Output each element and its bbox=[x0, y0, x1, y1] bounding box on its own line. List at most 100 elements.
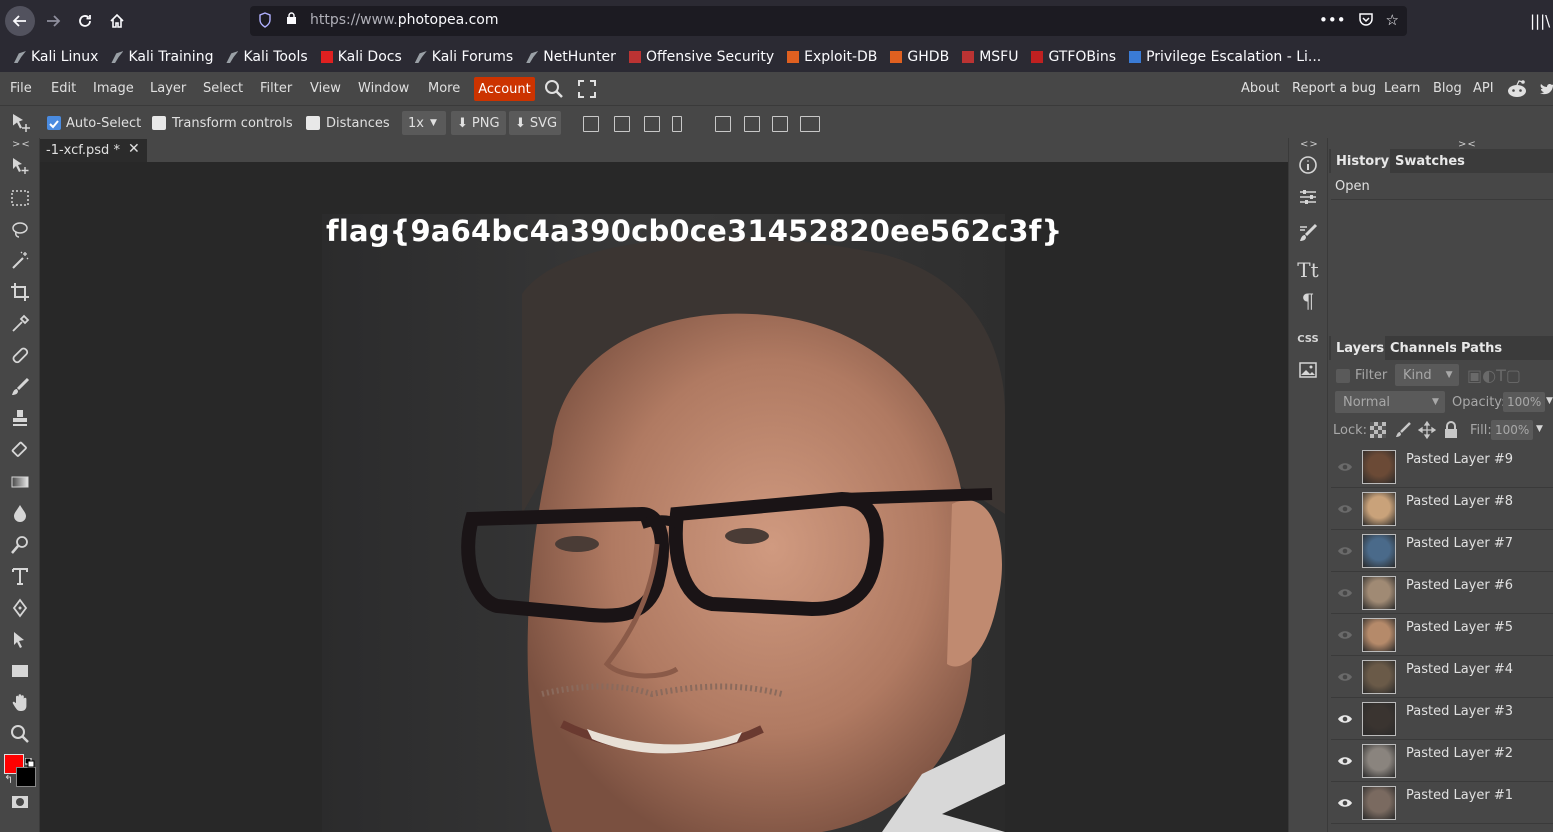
opacity-input[interactable]: 100% bbox=[1503, 392, 1545, 412]
visibility-eye-icon[interactable] bbox=[1337, 461, 1353, 473]
bookmark-item[interactable]: Kali Docs bbox=[320, 49, 402, 65]
align-bottom-icon[interactable] bbox=[772, 116, 788, 132]
paragraph-panel-icon[interactable]: ¶ bbox=[1296, 289, 1320, 313]
tab-channels[interactable]: Channels bbox=[1385, 336, 1463, 360]
menu-file[interactable]: File bbox=[10, 81, 32, 96]
distances-checkbox[interactable] bbox=[306, 116, 320, 130]
gradient-tool-icon[interactable] bbox=[8, 470, 32, 494]
crop-tool-icon[interactable] bbox=[8, 280, 32, 304]
bookmark-item[interactable]: NetHunter bbox=[526, 49, 616, 65]
search-icon[interactable] bbox=[544, 79, 564, 103]
reload-button[interactable] bbox=[70, 6, 100, 36]
visibility-eye-icon[interactable] bbox=[1337, 713, 1353, 725]
swap-colors-icon[interactable]: ↰ bbox=[4, 773, 13, 786]
layer-thumbnail[interactable] bbox=[1362, 786, 1396, 820]
reset-colors-icon[interactable] bbox=[24, 753, 35, 768]
pocket-icon[interactable] bbox=[1358, 11, 1374, 31]
dodge-tool-icon[interactable] bbox=[8, 533, 32, 557]
layer-thumbnail[interactable] bbox=[1362, 492, 1396, 526]
bookmark-star-icon[interactable]: ☆ bbox=[1386, 11, 1399, 31]
layer-thumbnail[interactable] bbox=[1362, 618, 1396, 652]
bookmark-item[interactable]: Exploit-DB bbox=[787, 49, 877, 65]
brush-tool-icon[interactable] bbox=[8, 375, 32, 399]
layer-thumbnail[interactable] bbox=[1362, 576, 1396, 610]
blur-tool-icon[interactable] bbox=[8, 501, 32, 525]
bookmark-item[interactable]: Kali Linux bbox=[14, 49, 98, 65]
tracking-shield-icon[interactable] bbox=[258, 12, 272, 32]
layer-thumbnail[interactable] bbox=[1362, 660, 1396, 694]
character-panel-icon[interactable]: Tt bbox=[1296, 258, 1320, 282]
layer-name[interactable]: Pasted Layer #3 bbox=[1406, 704, 1513, 719]
image-panel-icon[interactable] bbox=[1296, 358, 1320, 382]
twitter-icon[interactable] bbox=[1540, 81, 1553, 101]
auto-select-checkbox[interactable] bbox=[47, 116, 61, 130]
adjustments-icon[interactable] bbox=[1296, 185, 1320, 209]
move-tool-options-icon[interactable] bbox=[10, 112, 32, 138]
about-link[interactable]: About bbox=[1241, 81, 1279, 96]
distribute-h-icon[interactable] bbox=[672, 116, 682, 132]
filter-type-icons[interactable]: ▣◐T▢ bbox=[1467, 366, 1521, 385]
menu-window[interactable]: Window bbox=[358, 81, 409, 96]
export-svg-button[interactable]: ⬇ SVG bbox=[509, 111, 561, 135]
fullscreen-icon[interactable] bbox=[578, 80, 596, 102]
layer-thumbnail[interactable] bbox=[1362, 702, 1396, 736]
forward-button[interactable] bbox=[38, 6, 68, 36]
menu-select[interactable]: Select bbox=[203, 81, 243, 96]
align-middle-v-icon[interactable] bbox=[744, 116, 760, 132]
visibility-eye-icon[interactable] bbox=[1337, 797, 1353, 809]
visibility-eye-icon[interactable] bbox=[1337, 755, 1353, 767]
bookmark-item[interactable]: Kali Training bbox=[111, 49, 213, 65]
report-bug-link[interactable]: Report a bug bbox=[1292, 81, 1376, 96]
pen-tool-icon[interactable] bbox=[8, 596, 32, 620]
layer-thumbnail[interactable] bbox=[1362, 450, 1396, 484]
learn-link[interactable]: Learn bbox=[1384, 81, 1420, 96]
info-icon[interactable] bbox=[1296, 153, 1320, 177]
library-icon[interactable]: |||\ bbox=[1530, 12, 1550, 30]
hand-tool-icon[interactable] bbox=[8, 691, 32, 715]
clone-stamp-tool-icon[interactable] bbox=[8, 406, 32, 430]
chevron-down-icon[interactable]: ▼ bbox=[1546, 396, 1553, 406]
layer-thumbnail[interactable] bbox=[1362, 744, 1396, 778]
brush-settings-icon[interactable] bbox=[1296, 221, 1320, 245]
lock-pixels-icon[interactable] bbox=[1395, 422, 1411, 442]
flag-text-layer[interactable]: flag{9a64bc4a390cb0ce31452820ee562c3f} bbox=[326, 214, 1062, 248]
menu-edit[interactable]: Edit bbox=[51, 81, 76, 96]
align-left-icon[interactable] bbox=[583, 116, 599, 132]
layer-name[interactable]: Pasted Layer #5 bbox=[1406, 620, 1513, 635]
align-right-icon[interactable] bbox=[644, 116, 660, 132]
bookmark-item[interactable]: Kali Tools bbox=[226, 49, 308, 65]
visibility-eye-icon[interactable] bbox=[1337, 671, 1353, 683]
export-png-button[interactable]: ⬇ PNG bbox=[451, 111, 506, 135]
url-text[interactable]: https://www.photopea.com bbox=[310, 12, 499, 28]
rectangle-tool-icon[interactable] bbox=[8, 659, 32, 683]
tab-history[interactable]: History bbox=[1331, 149, 1395, 173]
align-top-icon[interactable] bbox=[715, 116, 731, 132]
filter-checkbox[interactable] bbox=[1336, 369, 1350, 383]
layer-name[interactable]: Pasted Layer #8 bbox=[1406, 494, 1513, 509]
lasso-tool-icon[interactable] bbox=[8, 218, 32, 242]
collapse-toolbar-icon[interactable]: >< bbox=[12, 139, 31, 150]
quick-mask-icon[interactable] bbox=[8, 790, 32, 814]
align-center-h-icon[interactable] bbox=[614, 116, 630, 132]
tab-layers[interactable]: Layers bbox=[1331, 336, 1390, 360]
visibility-eye-icon[interactable] bbox=[1337, 629, 1353, 641]
visibility-eye-icon[interactable] bbox=[1337, 503, 1353, 515]
eyedropper-tool-icon[interactable] bbox=[8, 312, 32, 336]
healing-brush-tool-icon[interactable] bbox=[8, 343, 32, 367]
bookmark-item[interactable]: Kali Forums bbox=[414, 49, 513, 65]
account-button[interactable]: Account bbox=[474, 77, 535, 101]
home-button[interactable] bbox=[102, 6, 132, 36]
history-entry[interactable]: Open bbox=[1335, 179, 1370, 194]
marquee-tool-icon[interactable] bbox=[8, 186, 32, 210]
expand-panels-icon[interactable]: <> bbox=[1300, 139, 1319, 150]
background-color-swatch[interactable] bbox=[16, 767, 36, 787]
layer-name[interactable]: Pasted Layer #2 bbox=[1406, 746, 1513, 761]
zoom-tool-icon[interactable] bbox=[8, 722, 32, 746]
bookmark-item[interactable]: GTFOBins bbox=[1031, 49, 1116, 65]
chevron-down-icon[interactable]: ▼ bbox=[1536, 424, 1543, 434]
kind-select[interactable]: Kind ▼ bbox=[1395, 364, 1459, 386]
lock-icon[interactable] bbox=[286, 12, 296, 24]
lock-all-icon[interactable] bbox=[1443, 421, 1459, 443]
layer-name[interactable]: Pasted Layer #9 bbox=[1406, 452, 1513, 467]
layer-thumbnail[interactable] bbox=[1362, 534, 1396, 568]
